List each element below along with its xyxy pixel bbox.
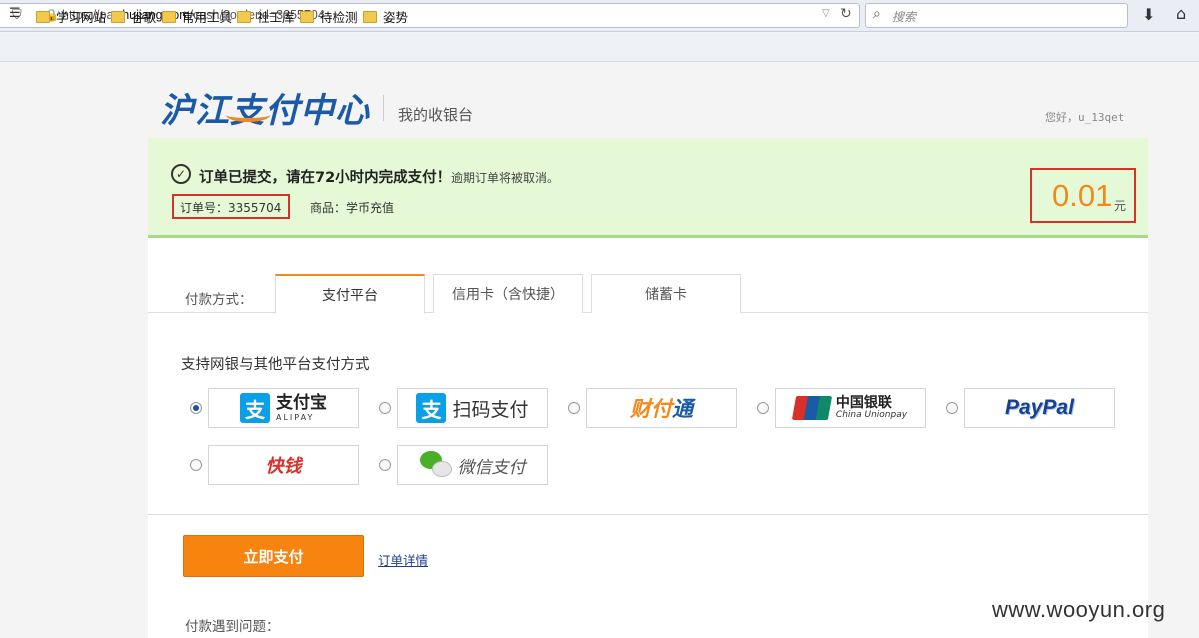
unionpay-label: 中国银联 <box>835 394 892 411</box>
tab-debit-card[interactable]: 储蓄卡 <box>591 274 741 313</box>
dropdown-icon[interactable]: ▽ <box>822 8 830 19</box>
notice-message: 订单已提交，请在72小时内完成支付！ <box>199 170 452 186</box>
radio-tenpay[interactable] <box>568 402 580 414</box>
section-title: 支持网银与其他平台支付方式 <box>181 357 370 373</box>
bookmarks-menu-icon[interactable]: ☰ <box>9 6 21 21</box>
bookmark-item[interactable]: 常用工具 <box>162 7 232 26</box>
unionpay-label-en: China Unionpay <box>835 409 908 420</box>
radio-unionpay[interactable] <box>757 402 769 414</box>
order-detail-link[interactable]: 订单详情 <box>378 550 428 569</box>
order-number: 订单号：3355704 <box>180 201 282 215</box>
logo-swoosh <box>226 108 270 122</box>
amount-unit: 元 <box>1114 199 1127 213</box>
product-name: 商品：学币充值 <box>310 201 395 215</box>
folder-icon <box>162 11 176 23</box>
kuaiqian-logo: 快钱 <box>265 456 302 477</box>
bookmark-item[interactable]: 社工库 <box>237 7 295 26</box>
order-notice <box>148 138 1148 238</box>
bookmark-item[interactable]: 谷歌 <box>111 7 156 26</box>
divider <box>148 514 1148 515</box>
alipay-icon: 支 <box>240 393 270 423</box>
page-subtitle: 我的收银台 <box>398 106 474 124</box>
wechat-pay-option[interactable]: 微信支付 <box>397 445 548 485</box>
bookmark-item[interactable]: 学习网站 <box>36 7 106 26</box>
home-icon[interactable]: ⌂ <box>1176 4 1186 23</box>
user-greeting: 您好，u_13qet <box>1045 111 1125 124</box>
unionpay-option[interactable]: 中国银联 China Unionpay <box>775 388 926 428</box>
tab-platform[interactable]: 支付平台 <box>275 274 425 314</box>
pay-now-button[interactable]: 立即支付 <box>183 535 364 577</box>
download-icon[interactable]: ⬇ <box>1142 5 1155 24</box>
paypal-option[interactable]: PayPal <box>964 388 1115 428</box>
folder-icon <box>36 11 50 23</box>
folder-icon <box>300 11 314 23</box>
reload-icon[interactable]: ↻ <box>840 6 852 22</box>
tenpay-option[interactable]: 财付通 <box>586 388 737 428</box>
payment-problem-label: 付款遇到问题： <box>185 619 280 635</box>
paypal-logo: PayPal <box>1005 396 1074 419</box>
check-icon: ✓ <box>171 164 191 184</box>
unionpay-icon <box>791 396 833 420</box>
bookmarks-toolbar <box>0 33 1199 62</box>
tab-credit-card[interactable]: 信用卡（含快捷） <box>433 274 583 313</box>
order-amount: 0.01 <box>1052 178 1113 213</box>
folder-icon <box>237 11 251 23</box>
alipay-label-en: ALIPAY <box>276 412 315 422</box>
radio-wechat[interactable] <box>379 459 391 471</box>
alipay-label: 支付宝 <box>276 392 327 413</box>
radio-scan[interactable] <box>379 402 391 414</box>
search-placeholder: 搜索 <box>892 10 917 24</box>
folder-icon <box>111 11 125 23</box>
radio-kuaiqian[interactable] <box>190 459 202 471</box>
scan-pay-option[interactable]: 支扫码支付 <box>397 388 548 428</box>
radio-alipay[interactable] <box>190 402 202 414</box>
search-icon: ⌕ <box>873 6 881 22</box>
tenpay-logo: 财付通 <box>630 397 693 421</box>
wechat-pay-label: 微信支付 <box>457 457 526 478</box>
notice-submessage: 逾期订单将被取消。 <box>451 171 560 185</box>
kuaiqian-option[interactable]: 快钱 <box>208 445 359 485</box>
alipay-option[interactable]: 支支付宝 ALIPAY <box>208 388 359 428</box>
alipay-icon: 支 <box>416 393 447 423</box>
radio-paypal[interactable] <box>946 402 958 414</box>
scan-pay-label: 扫码支付 <box>452 398 529 421</box>
bookmark-item[interactable]: 待检测 <box>300 7 358 26</box>
watermark: www.wooyun.org <box>992 597 1166 622</box>
divider <box>383 95 384 121</box>
wechat-icon <box>419 451 452 479</box>
payment-method-label: 付款方式： <box>185 292 253 308</box>
folder-icon <box>363 11 377 23</box>
bookmark-item[interactable]: 姿势 <box>363 7 408 26</box>
